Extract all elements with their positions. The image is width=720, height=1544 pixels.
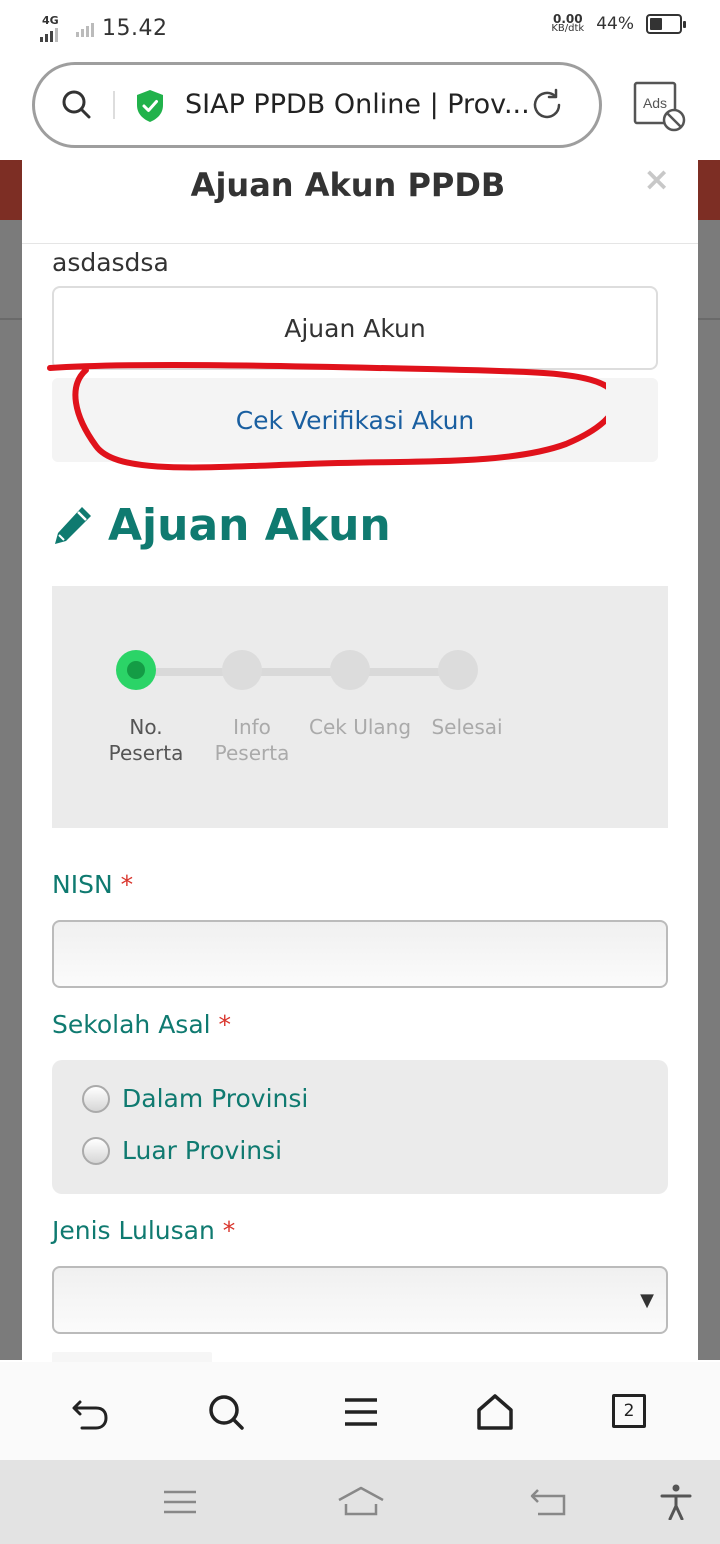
menu-icon[interactable] (341, 1392, 381, 1432)
home-nav-icon[interactable] (336, 1484, 386, 1520)
radio-button[interactable] (82, 1136, 110, 1165)
dropdown-arrow-icon: ▼ (640, 1290, 654, 1311)
tabs-icon[interactable]: 2 (612, 1394, 646, 1428)
page-title[interactable]: SIAP PPDB Online | Prov... (185, 89, 530, 120)
modal-header: Ajuan Akun PPDB × (22, 160, 698, 244)
clock: 15.42 (102, 15, 168, 41)
ads-label: Ads (643, 95, 667, 111)
accessibility-icon[interactable] (656, 1484, 696, 1520)
jenis-lulusan-select[interactable]: ▼ (52, 1266, 668, 1334)
radio-luar-provinsi[interactable]: Luar Provinsi (82, 1136, 282, 1165)
nisn-label: NISN * (52, 870, 134, 899)
signal-icon-secondary (76, 19, 94, 37)
battery-icon (646, 14, 686, 34)
ads-block-icon[interactable]: Ads (628, 80, 688, 136)
back-nav-icon[interactable] (528, 1484, 568, 1520)
step-dot-4 (438, 650, 478, 690)
sekolah-asal-label: Sekolah Asal * (52, 1010, 232, 1039)
radio-dalam-provinsi[interactable]: Dalam Provinsi (82, 1084, 308, 1113)
status-bar: 4G 15.42 0.00 KB/dtk 44% (0, 0, 720, 56)
close-icon[interactable]: × (643, 160, 670, 198)
step-dot-3 (330, 650, 370, 690)
search-icon[interactable] (206, 1392, 246, 1432)
progress-stepper: No. Peserta Info Peserta Cek Ulang Selesai (52, 586, 668, 828)
step-label-3: Cek Ulang (308, 715, 412, 739)
recent-apps-icon[interactable] (160, 1484, 200, 1520)
step-label-1: No. Peserta (108, 715, 184, 765)
browser-toolbar: 2 (0, 1362, 720, 1460)
network-speed: 0.00 KB/dtk (551, 12, 585, 34)
modal-dialog: Ajuan Akun PPDB × asdasdsa Ajuan Akun Ce… (22, 160, 698, 1362)
ajuan-akun-button[interactable]: Ajuan Akun (52, 286, 658, 370)
cek-verifikasi-button[interactable]: Cek Verifikasi Akun (52, 378, 658, 462)
radio-label: Luar Provinsi (122, 1136, 283, 1165)
section-title-text: Ajuan Akun (108, 500, 391, 551)
section-title: Ajuan Akun (52, 500, 391, 551)
radio-button[interactable] (82, 1084, 110, 1113)
system-nav-bar (0, 1460, 720, 1544)
search-icon[interactable] (61, 89, 91, 119)
step-dot-1 (116, 650, 156, 690)
nisn-input[interactable] (52, 920, 668, 988)
battery-percent: 44% (596, 14, 634, 34)
radio-label: Dalam Provinsi (122, 1084, 309, 1113)
previous-text: asdasdsa (52, 248, 169, 277)
modal-title: Ajuan Akun PPDB (190, 166, 506, 204)
stepper-track (136, 668, 476, 676)
signal-icon (40, 24, 58, 42)
divider (113, 91, 115, 119)
back-icon[interactable] (70, 1392, 110, 1432)
address-bar[interactable]: SIAP PPDB Online | Prov... (32, 62, 602, 148)
home-icon[interactable] (475, 1392, 515, 1432)
step-dot-2 (222, 650, 262, 690)
pencil-icon (55, 506, 91, 544)
shield-check-icon (137, 90, 163, 122)
reload-icon[interactable] (529, 87, 565, 123)
next-field-label (52, 1352, 212, 1362)
step-label-2: Info Peserta (214, 715, 290, 765)
step-label-4: Selesai (431, 715, 503, 739)
jenis-lulusan-label: Jenis Lulusan * (52, 1216, 236, 1245)
sekolah-asal-group: Dalam Provinsi Luar Provinsi (52, 1060, 668, 1194)
